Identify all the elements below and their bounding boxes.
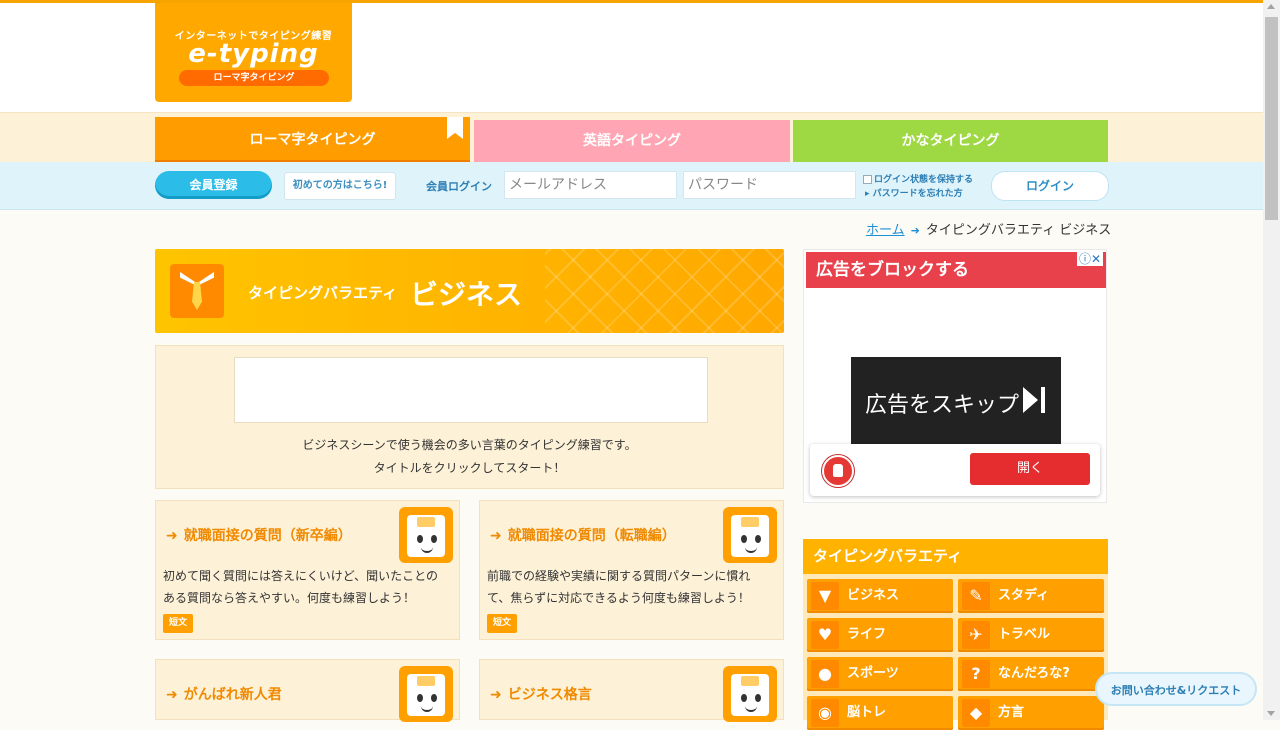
description-line: タイトルをクリックしてスタート！ xyxy=(373,461,566,475)
mascot-icon xyxy=(723,666,777,722)
arrow-right-icon: ➜ xyxy=(490,528,502,544)
ad-video[interactable]: 広告をスキップ xyxy=(851,357,1061,445)
login-bar: 会員登録 初めての方はこちら! 会員ログイン ログイン状態を保持する ▸ パスワ… xyxy=(0,162,1263,210)
question-icon: ? xyxy=(962,660,990,688)
typing-mode-tabs: ローマ字タイピング 英語タイピング かなタイピング xyxy=(0,112,1263,163)
first-time-link[interactable]: 初めての方はこちら! xyxy=(284,172,396,200)
keyboard-pattern xyxy=(545,249,784,333)
description-line: ビジネスシーンで使う機会の多い言葉のタイピング練習です。 xyxy=(302,438,637,452)
variety-item-question[interactable]: ? なんだろな? xyxy=(958,657,1104,691)
keep-login-checkbox[interactable] xyxy=(863,175,872,184)
variety-heading: タイピングバラエティ xyxy=(803,539,1108,574)
variety-item-label: スタディ xyxy=(998,588,1050,603)
variety-item-label: スポーツ xyxy=(847,666,899,681)
airplane-icon: ✈ xyxy=(962,621,990,649)
category-banner: タイピングバラエティ ビジネス xyxy=(155,249,784,333)
tab-kana[interactable]: かなタイピング xyxy=(793,120,1108,162)
ball-icon: ● xyxy=(811,660,839,688)
exercise-title-link[interactable]: ➜ 就職面接の質問（新卒編） xyxy=(166,525,352,545)
member-login-label: 会員ログイン xyxy=(426,180,492,193)
variety-item-travel[interactable]: ✈ トラベル xyxy=(958,618,1104,652)
register-button[interactable]: 会員登録 xyxy=(155,171,272,199)
ad-open-button[interactable]: 開く xyxy=(970,453,1090,485)
variety-item-brain[interactable]: ◉ 脳トレ xyxy=(807,696,953,730)
scroll-up-icon[interactable] xyxy=(1267,4,1275,9)
ad-skip-label[interactable]: 広告をスキップ xyxy=(865,387,1019,419)
mascot-icon xyxy=(723,507,777,563)
exercise-card[interactable]: ➜ ビジネス格言 xyxy=(479,659,784,722)
mascot-icon xyxy=(399,666,453,722)
variety-item-study[interactable]: ✎ スタディ xyxy=(958,579,1104,613)
banner-title: ビジネス xyxy=(410,278,523,311)
exercise-card[interactable]: ➜ がんばれ新人君 xyxy=(155,659,460,722)
breadcrumb-current: タイピングバラエティ ビジネス xyxy=(925,223,1112,238)
exercise-card[interactable]: ➜ 就職面接の質問（新卒編） 初めて聞く質問には答えにくいけど、聞いたことのある質… xyxy=(155,500,460,640)
exercise-title[interactable]: 就職面接の質問（転職編） xyxy=(508,528,676,544)
arrow-right-icon: ➜ xyxy=(910,224,920,237)
variety-menu: ▼ ビジネス ✎ スタディ ♥ ライフ ✈ トラベル ● スポーツ ? なんだろな? ◉ 脳ト… xyxy=(803,574,1108,730)
variety-item-life[interactable]: ♥ ライフ xyxy=(807,618,953,652)
variety-item-dialect[interactable]: ◆ 方言 xyxy=(958,696,1104,730)
ad-placeholder xyxy=(234,357,708,423)
scroll-down-icon[interactable] xyxy=(1267,711,1275,716)
contact-request-button[interactable]: お問い合わせ&リクエスト xyxy=(1095,672,1257,706)
logo-subtitle: ローマ字タイピング xyxy=(179,70,329,86)
login-button[interactable]: ログイン xyxy=(991,171,1109,201)
tie-icon xyxy=(170,264,224,318)
variety-item-sports[interactable]: ● スポーツ xyxy=(807,657,953,691)
length-badge: 短文 xyxy=(163,614,194,633)
forgot-password-text[interactable]: パスワードを忘れた方 xyxy=(873,189,963,199)
length-badge: 短文 xyxy=(487,614,518,633)
breadcrumb-home-link[interactable]: ホーム xyxy=(866,223,905,238)
exercise-title[interactable]: ビジネス格言 xyxy=(508,687,592,703)
email-input[interactable] xyxy=(504,171,677,199)
exercise-title-link[interactable]: ➜ ビジネス格言 xyxy=(490,684,592,704)
exercise-description: 初めて聞く質問には答えにくいけど、聞いたことのある質問なら答えやすい。何度も練習… xyxy=(163,569,439,605)
ad-block-header[interactable]: 広告をブロックする xyxy=(806,252,1106,288)
pencil-icon: ✎ xyxy=(962,582,990,610)
exercise-title-link[interactable]: ➜ がんばれ新人君 xyxy=(166,684,282,704)
variety-item-business[interactable]: ▼ ビジネス xyxy=(807,579,953,613)
heart-icon: ♥ xyxy=(811,621,839,649)
tab-english[interactable]: 英語タイピング xyxy=(474,120,790,162)
breadcrumb: ホーム ➜ タイピングバラエティ ビジネス xyxy=(866,219,1111,238)
variety-item-label: なんだろな? xyxy=(998,666,1070,681)
variety-item-label: ライフ xyxy=(847,627,887,642)
variety-item-label: 脳トレ xyxy=(847,705,887,720)
arrow-right-icon: ➜ xyxy=(166,687,178,703)
exercise-description: 前職での経験や実績に関する質問パターンに慣れて、焦らずに対応できるよう何度も練習… xyxy=(487,569,751,605)
ad-info-close-icon[interactable]: ⓘ✕ xyxy=(1076,252,1103,266)
forgot-password-link[interactable]: ▸ パスワードを忘れた方 xyxy=(865,186,963,199)
exercise-title-link[interactable]: ➜ 就職面接の質問（転職編） xyxy=(490,525,676,545)
page-scrollbar[interactable] xyxy=(1263,0,1280,720)
exercise-card[interactable]: ➜ 就職面接の質問（転職編） 前職での経験や実績に関する質問パターンに慣れて、焦ら… xyxy=(479,500,784,640)
scrollbar-thumb[interactable] xyxy=(1265,17,1278,220)
banner-subtitle: タイピングバラエティ xyxy=(248,284,398,302)
ad-action-bar: 開く xyxy=(810,444,1100,496)
skip-next-icon[interactable] xyxy=(1023,385,1047,415)
exercise-title[interactable]: がんばれ新人君 xyxy=(184,687,282,703)
logo-name: e-typing xyxy=(188,39,319,69)
arrow-right-icon: ➜ xyxy=(490,687,502,703)
variety-item-label: 方言 xyxy=(998,705,1025,720)
arrow-right-icon: ➜ xyxy=(166,528,178,544)
variety-item-label: ビジネス xyxy=(847,588,900,603)
keep-login-label[interactable]: ログイン状態を保持する xyxy=(874,172,973,185)
variety-item-label: トラベル xyxy=(998,627,1051,642)
brain-icon: ◉ xyxy=(811,699,839,727)
map-icon: ◆ xyxy=(962,699,990,727)
advertisement: 広告をブロックする ⓘ✕ 広告をスキップ 開く xyxy=(803,249,1107,503)
exercise-title[interactable]: 就職面接の質問（新卒編） xyxy=(184,528,352,544)
description-box: ビジネスシーンで使う機会の多い言葉のタイピング練習です。 タイトルをクリックして… xyxy=(155,345,784,489)
tab-romaji[interactable]: ローマ字タイピング xyxy=(155,117,470,163)
site-logo[interactable]: インターネットでタイピング練習 e-typing ローマ字タイピング xyxy=(155,3,352,102)
password-input[interactable] xyxy=(683,171,856,199)
mascot-icon xyxy=(399,507,453,563)
stop-hand-icon xyxy=(822,455,854,487)
tie-icon: ▼ xyxy=(811,582,839,610)
